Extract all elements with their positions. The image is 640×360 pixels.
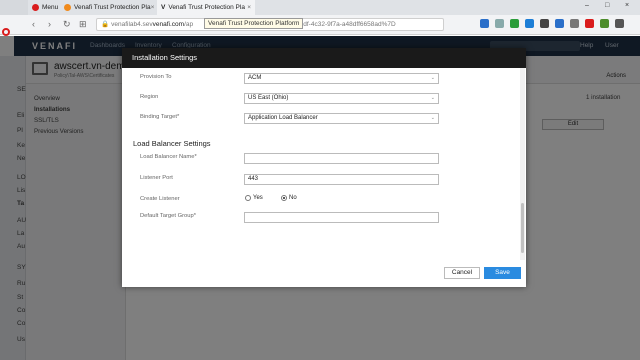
binding-target-value: Application Load Balancer	[248, 115, 318, 121]
listener-port-label: Listener Port	[140, 175, 173, 181]
region-value: US East (Ohio)	[248, 95, 289, 101]
extension-icon[interactable]	[495, 19, 504, 28]
region-select[interactable]: US East (Ohio) ⌄	[244, 93, 439, 104]
url-prefix: venafilab4.sev	[111, 21, 153, 28]
chevron-down-icon: ⌄	[430, 75, 435, 81]
speed-dial-icon[interactable]: ⊞	[79, 19, 87, 30]
extension-icon[interactable]	[585, 19, 594, 28]
default-target-group-label: Default Target Group*	[140, 213, 196, 219]
create-listener-yes-radio[interactable]: Yes	[245, 195, 263, 201]
opera-sidebar-icon[interactable]	[2, 28, 10, 36]
extension-icon[interactable]	[570, 19, 579, 28]
dialog-scrollbar-thumb[interactable]	[521, 203, 524, 253]
binding-target-select[interactable]: Application Load Balancer ⌄	[244, 113, 439, 124]
lock-icon: 🔒	[101, 21, 110, 28]
url-path: /ap	[184, 21, 194, 28]
extension-icon[interactable]	[510, 19, 519, 28]
save-button[interactable]: Save	[484, 267, 521, 279]
provision-to-value: ACM	[248, 75, 262, 81]
no-label: No	[289, 195, 297, 201]
close-window-icon[interactable]: ×	[625, 2, 629, 9]
extension-icon[interactable]	[600, 19, 609, 28]
cancel-button[interactable]: Cancel	[444, 267, 480, 279]
chevron-down-icon: ⌄	[430, 115, 435, 121]
maximize-icon[interactable]: □	[605, 2, 609, 9]
tab-title: Venafi Trust Protection Pla	[74, 4, 151, 11]
browser-tab-2-active[interactable]: V Venafi Trust Protection Pla ×	[157, 0, 255, 15]
menu-label: Menu	[42, 4, 59, 11]
dialog-body: Provision To ACM ⌄ Region US East (Ohio)…	[122, 68, 526, 260]
yes-label: Yes	[253, 195, 263, 201]
listener-port-input[interactable]: 443	[244, 174, 439, 185]
region-label: Region	[140, 94, 159, 100]
opera-menu-button[interactable]: Menu	[28, 0, 60, 15]
tab-tooltip: Venafi Trust Protection Platform	[204, 18, 304, 29]
extension-icon[interactable]	[525, 19, 534, 28]
browser-tab-bar: Menu Venafi Trust Protection Pla × V Ven…	[0, 0, 640, 15]
extension-icon[interactable]	[540, 19, 549, 28]
reload-icon[interactable]: ↻	[63, 19, 71, 30]
opera-logo-icon	[32, 4, 39, 11]
dialog-title: Installation Settings	[122, 48, 526, 68]
radio-unselected-icon	[245, 195, 251, 201]
provision-to-label: Provision To	[140, 74, 172, 80]
lb-name-label: Load Balancer Name*	[140, 154, 197, 160]
opera-sidebar-edge	[0, 0, 28, 15]
binding-target-label: Binding Target*	[140, 114, 180, 120]
tab-close-icon[interactable]: ×	[151, 4, 155, 11]
extension-icon[interactable]	[555, 19, 564, 28]
venafi-v-icon: V	[161, 4, 166, 11]
browser-address-bar: ‹ › ↻ ⊞ 🔒 venafilab4.sevvenafi.com/ap 87f6…	[0, 15, 640, 35]
radio-selected-icon	[281, 195, 287, 201]
default-target-group-input[interactable]	[244, 212, 439, 223]
chevron-down-icon: ⌄	[430, 95, 435, 101]
browser-tab-1[interactable]: Venafi Trust Protection Pla ×	[60, 0, 156, 15]
provision-to-select[interactable]: ACM ⌄	[244, 73, 439, 84]
lb-name-input[interactable]	[244, 153, 439, 164]
dialog-footer: Cancel Save	[122, 260, 526, 287]
url-host: venafi.com	[152, 21, 185, 28]
installation-settings-dialog: Installation Settings Provision To ACM ⌄…	[122, 48, 526, 287]
tab-title: Venafi Trust Protection Pla	[168, 4, 245, 11]
tab-close-icon[interactable]: ×	[247, 4, 251, 11]
load-balancer-settings-heading: Load Balancer Settings	[133, 139, 211, 148]
create-listener-label: Create Listener	[140, 196, 180, 202]
extension-icon[interactable]	[480, 19, 489, 28]
minimize-icon[interactable]: –	[585, 2, 589, 9]
forward-icon[interactable]: ›	[48, 19, 51, 29]
create-listener-no-radio[interactable]: No	[281, 195, 297, 201]
venafi-favicon-icon	[64, 4, 71, 11]
extension-icon[interactable]	[615, 19, 624, 28]
back-icon[interactable]: ‹	[32, 19, 35, 29]
